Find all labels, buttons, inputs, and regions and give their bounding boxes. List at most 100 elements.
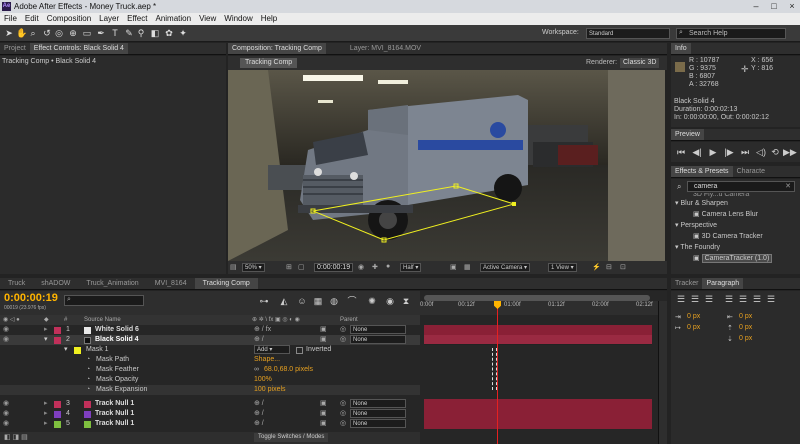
track-bar-layer-5[interactable] [424, 419, 652, 429]
indent-left-value[interactable]: 0 px [687, 313, 700, 320]
track-bar-layer-4[interactable] [424, 409, 652, 419]
prev-frame-icon[interactable]: ◀| [691, 146, 703, 158]
composition-viewer[interactable] [228, 70, 665, 261]
menu-layer[interactable]: Layer [95, 13, 123, 25]
parent-pick-whip-icon[interactable]: ◎ [340, 419, 346, 429]
camera-select[interactable]: Active Camera ▾ [480, 263, 531, 272]
stopwatch-icon[interactable]: ◔ [86, 375, 90, 385]
space-after-value[interactable]: 0 px [739, 335, 752, 342]
rotate-tool-icon[interactable]: ↺ [42, 28, 52, 38]
menu-help[interactable]: Help [257, 13, 281, 25]
tab-tracker[interactable]: Tracker [671, 278, 702, 289]
align-center-icon[interactable]: ☰ [689, 293, 701, 305]
loop-icon[interactable]: ⟲ [769, 146, 781, 158]
zoom-tool-icon[interactable]: ⌕ [28, 28, 38, 38]
shy-icon[interactable]: ☺ [296, 295, 308, 307]
menu-file[interactable]: File [0, 13, 21, 25]
effect-category-blur-sharpen[interactable]: ▾ Blur & Sharpen [671, 198, 800, 209]
minimize-icon[interactable]: – [748, 0, 764, 12]
track-bar-layer-3[interactable] [424, 399, 652, 409]
stopwatch-icon[interactable]: ◔ [86, 385, 90, 395]
mask-prop-row[interactable]: ◔ Mask Path Shape... [0, 355, 420, 365]
mask-prop-row[interactable]: ◔ Mask Expansion 100 pixels [0, 385, 420, 395]
tab-truck-animation[interactable]: Truck_Animation [78, 278, 146, 289]
play-icon[interactable]: ▶ [707, 146, 719, 158]
clone-tool-icon[interactable]: ⚲ [136, 28, 146, 38]
parent-select[interactable]: None [350, 335, 406, 344]
zoom-select[interactable]: 50% ▾ [242, 263, 265, 272]
3d-layer-icon[interactable]: ▣ [320, 409, 327, 419]
tab-layer[interactable]: Layer: MVI_8164.MOV [346, 43, 425, 54]
mask-prop-value[interactable]: Shape... [254, 355, 280, 365]
label-color[interactable] [54, 337, 61, 344]
color-icon[interactable]: ● [386, 263, 390, 270]
expand-icon[interactable]: ▸ [44, 399, 48, 409]
align-right-icon[interactable]: ☰ [703, 293, 715, 305]
fast-preview-icon[interactable]: ⚡ [592, 263, 601, 271]
label-color[interactable] [54, 327, 61, 334]
snapshot-icon[interactable]: ◉ [358, 263, 364, 271]
menu-effect[interactable]: Effect [123, 13, 151, 25]
menu-window[interactable]: Window [220, 13, 256, 25]
align-left-icon[interactable]: ☰ [675, 293, 687, 305]
eye-icon[interactable]: ◉ [3, 419, 9, 429]
puppet-tool-icon[interactable]: ✦ [178, 28, 188, 38]
parent-select[interactable]: None [350, 419, 406, 428]
draft-3d-icon[interactable]: ◭ [278, 295, 290, 307]
col-parent[interactable]: Parent [340, 315, 358, 325]
current-time[interactable]: 0:00:00:19 [4, 292, 58, 304]
eye-icon[interactable]: ◉ [3, 399, 9, 409]
effects-search-input[interactable]: camera ✕ [687, 181, 795, 192]
label-color[interactable] [54, 421, 61, 428]
toggle-switches-button[interactable]: Toggle Switches / Modes [254, 433, 329, 442]
parent-pick-whip-icon[interactable]: ◎ [340, 409, 346, 419]
graph-editor-icon[interactable]: ⌒ [346, 295, 358, 307]
tab-effect-controls[interactable]: Effect Controls: Black Solid 4 [29, 43, 128, 54]
time-icon[interactable]: ⧗ [400, 295, 412, 307]
parent-select[interactable]: None [350, 399, 406, 408]
tab-project[interactable]: Project [0, 43, 30, 54]
first-line-value[interactable]: 0 px [687, 324, 700, 331]
collapse-icon[interactable]: ▾ [44, 335, 48, 345]
layer-row[interactable]: ◉ ▸ 5 Track Null 1 ⊕ / ▣ ◎ None [0, 419, 420, 429]
eraser-tool-icon[interactable]: ◧ [150, 28, 160, 38]
layer-row[interactable]: ◉ ▸ 4 Track Null 1 ⊕ / ▣ ◎ None [0, 409, 420, 419]
playhead-line[interactable] [497, 301, 498, 444]
parent-pick-whip-icon[interactable]: ◎ [340, 399, 346, 409]
roto-tool-icon[interactable]: ✿ [164, 28, 174, 38]
camera-tool-icon[interactable]: ◎ [54, 28, 64, 38]
stopwatch-icon[interactable]: ◔ [86, 365, 90, 375]
tab-paragraph[interactable]: Paragraph [702, 278, 744, 289]
timeline-search-input[interactable]: ⌕ [64, 295, 144, 306]
eye-icon[interactable]: ◉ [3, 335, 9, 345]
label-color[interactable] [54, 411, 61, 418]
link-icon[interactable]: ∞ [254, 365, 259, 375]
clear-search-icon[interactable]: ✕ [785, 182, 791, 192]
ram-preview-icon[interactable]: ▶▶ [783, 146, 797, 158]
justify-all-icon[interactable]: ☰ [765, 293, 777, 305]
layer-name[interactable]: Track Null 1 [95, 419, 134, 429]
justify-center-icon[interactable]: ☰ [737, 293, 749, 305]
views-select[interactable]: 1 View ▾ [548, 263, 577, 272]
close-icon[interactable]: × [784, 0, 800, 12]
last-frame-icon[interactable]: ⏭ [739, 146, 751, 158]
layer-row[interactable]: ◉ ▸ 1 White Solid 6 ⊕ / fx ▣ ◎ None [0, 325, 420, 335]
mask-prop-value[interactable]: 100 pixels [254, 385, 286, 395]
comp-timecode[interactable]: 0:00:00:19 [314, 263, 354, 272]
always-preview-icon[interactable]: ▤ [230, 263, 237, 271]
expand-icon[interactable]: ▸ [44, 409, 48, 419]
menu-animation[interactable]: Animation [151, 13, 195, 25]
region-icon[interactable]: ▢ [298, 263, 305, 271]
eye-icon[interactable]: ◉ [3, 409, 9, 419]
pan-behind-tool-icon[interactable]: ⊕ [68, 28, 78, 38]
tab-truck[interactable]: Truck [0, 278, 33, 289]
label-color[interactable] [54, 401, 61, 408]
collapse-icon[interactable]: ▾ [64, 345, 68, 355]
type-tool-icon[interactable]: T [110, 28, 120, 38]
comp-name-button[interactable]: Tracking Comp [240, 58, 298, 68]
track-bar-layer-1[interactable] [424, 325, 652, 335]
pen-tool-icon[interactable]: ✒ [96, 28, 106, 38]
comp-mini-flowchart-icon[interactable]: ⊶ [258, 295, 270, 307]
menu-composition[interactable]: Composition [43, 13, 95, 25]
tab-info[interactable]: Info [671, 43, 691, 54]
